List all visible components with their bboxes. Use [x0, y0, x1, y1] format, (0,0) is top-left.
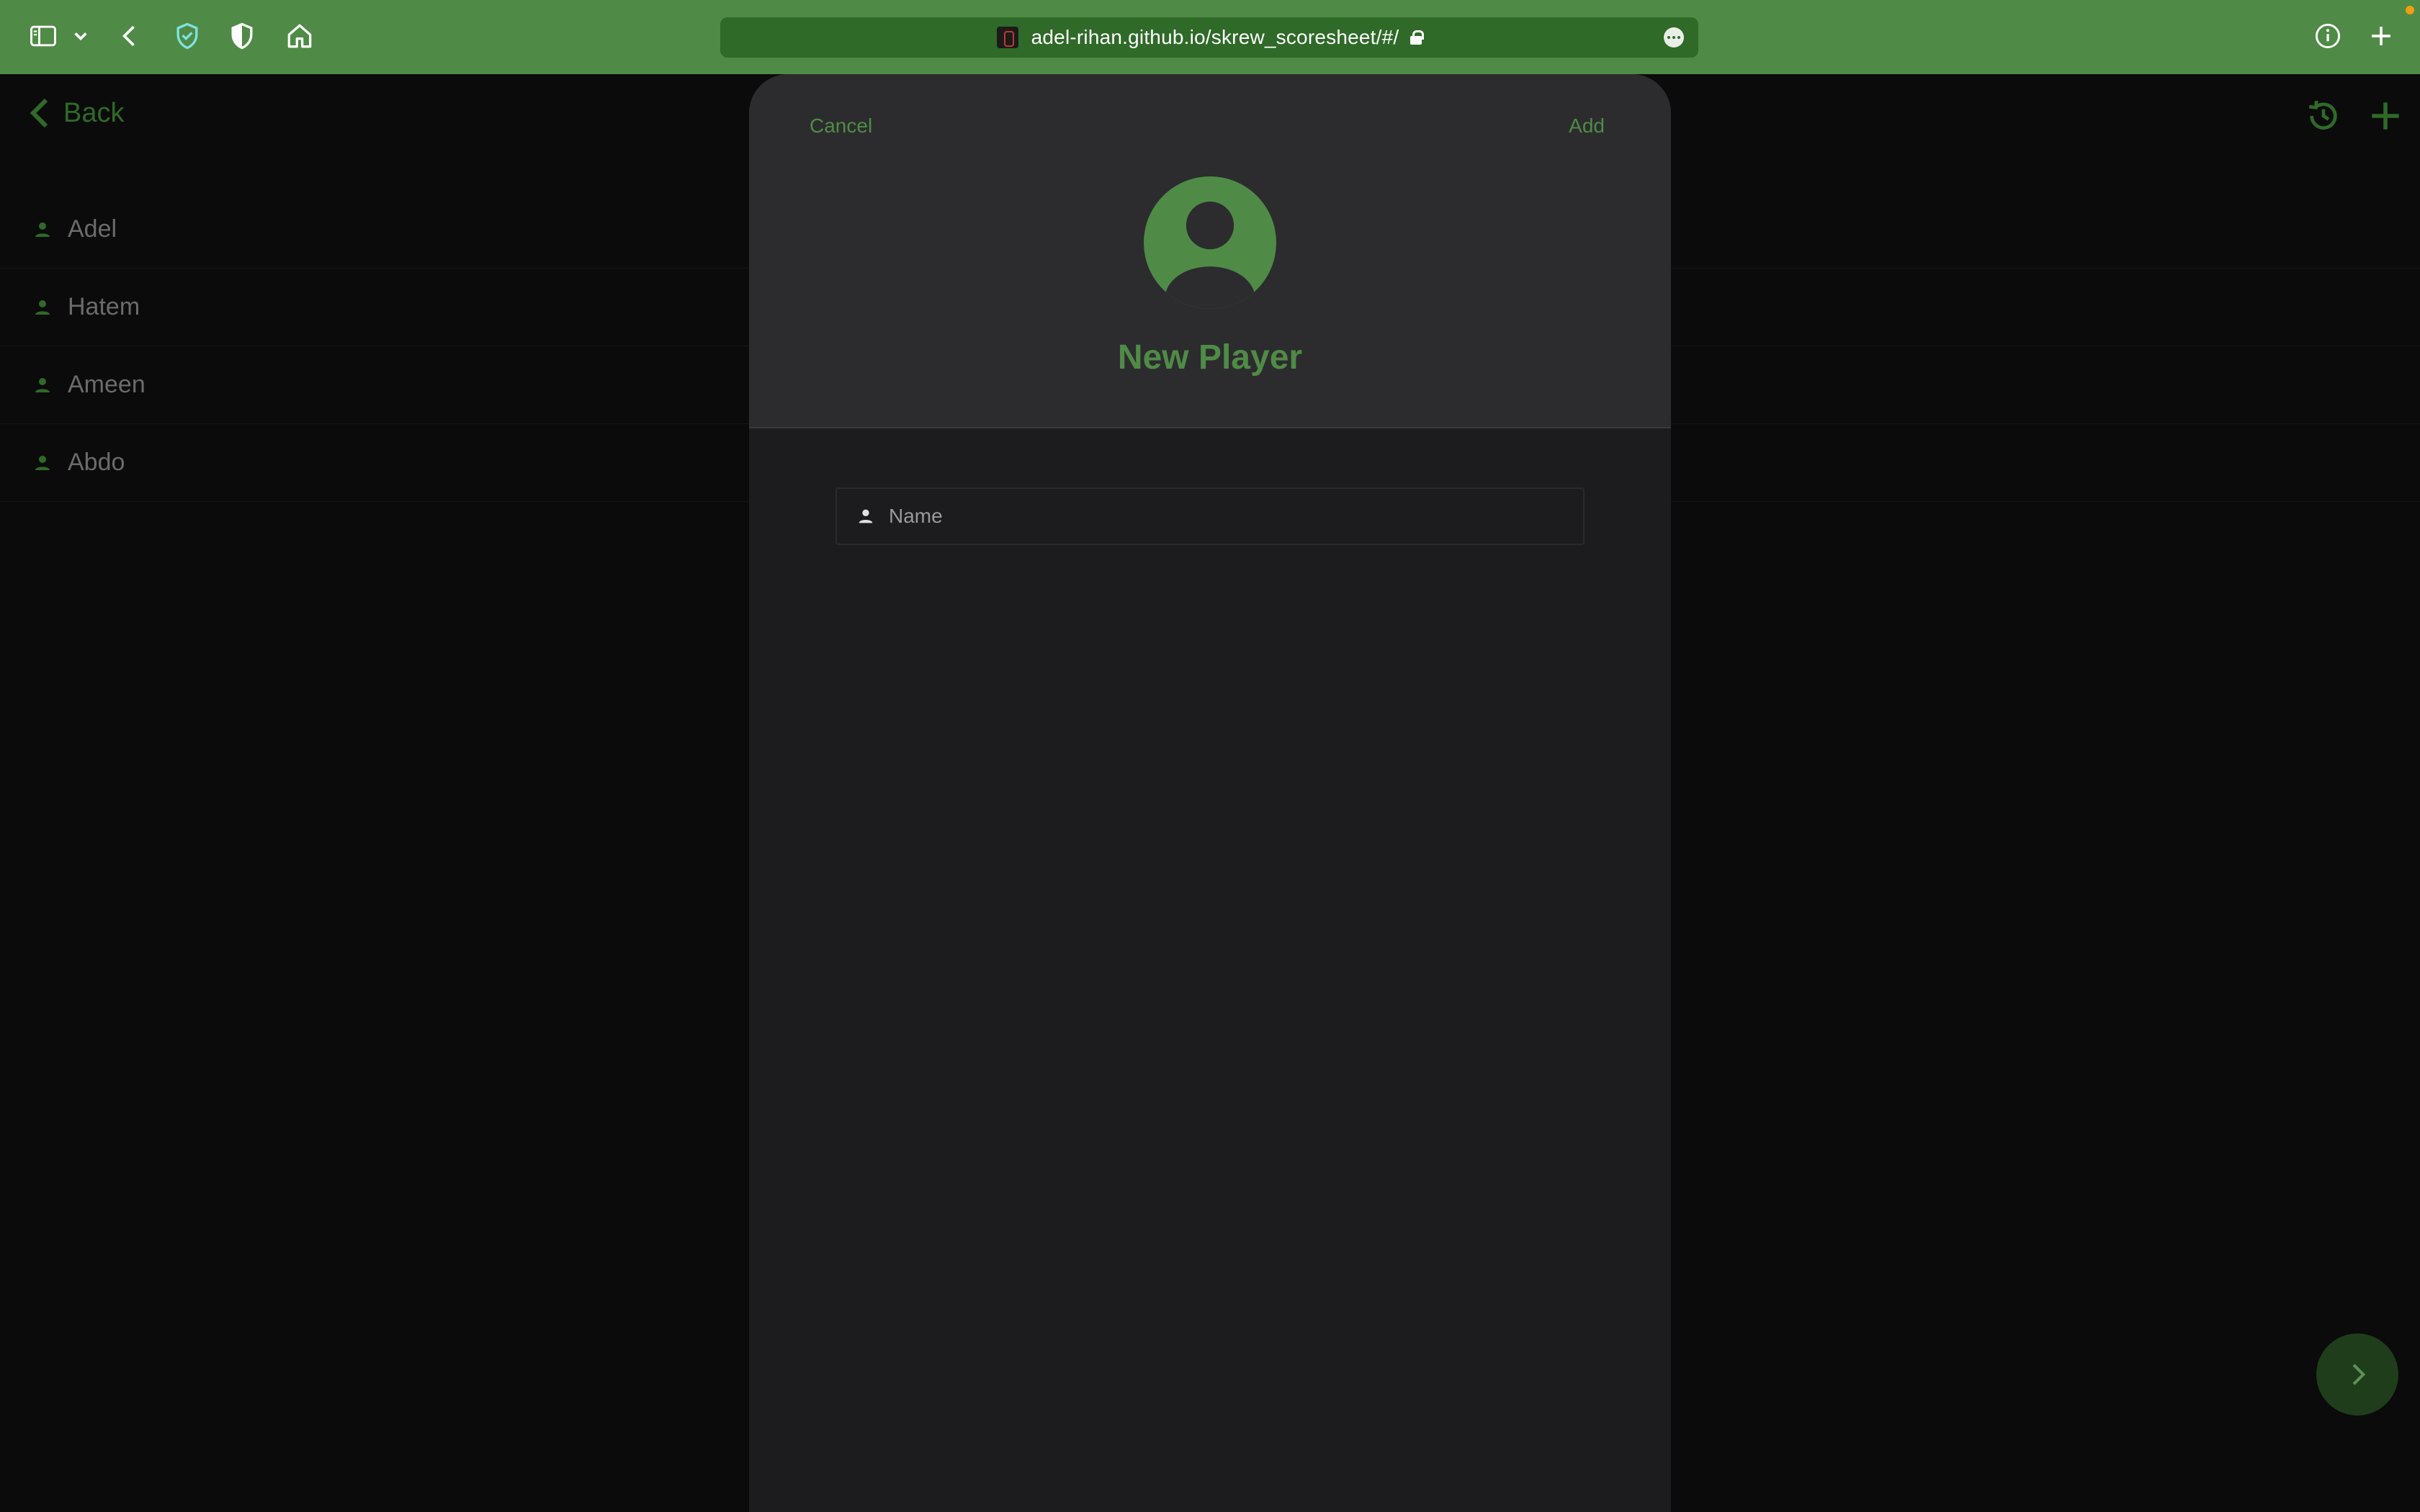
site-favicon-icon [996, 27, 1018, 48]
notification-dot [2406, 6, 2414, 14]
new-tab-plus-icon[interactable] [2361, 16, 2401, 56]
shield-check-icon[interactable] [167, 16, 207, 56]
sheet-header: Cancel Add New Player [749, 74, 1671, 428]
back-label: Back [63, 97, 125, 128]
sidebar-toggle-icon[interactable] [23, 16, 63, 56]
back-button[interactable]: Back [26, 96, 124, 130]
person-icon [859, 509, 873, 523]
person-icon [35, 300, 50, 315]
person-icon [35, 377, 50, 392]
add-player-plus-icon[interactable] [2365, 96, 2406, 136]
info-icon[interactable] [2308, 16, 2348, 56]
player-name: Adel [68, 215, 117, 243]
chevron-right-icon [2352, 1364, 2366, 1385]
address-bar[interactable]: adel-rihan.github.io/skrew_scoresheet/#/ [720, 17, 1698, 58]
player-name: Hatem [68, 293, 140, 320]
home-icon[interactable] [279, 16, 320, 56]
next-fab-button[interactable] [2316, 1333, 2398, 1416]
person-icon [35, 222, 50, 237]
person-icon [35, 455, 50, 470]
lock-icon [1410, 30, 1425, 45]
new-player-sheet: Cancel Add New Player [749, 74, 1671, 1512]
name-field[interactable] [835, 487, 1585, 545]
cancel-button[interactable]: Cancel [810, 114, 872, 138]
player-name: Abdo [68, 449, 125, 476]
sheet-title: New Player [1117, 338, 1303, 377]
more-options-icon[interactable] [1664, 27, 1684, 48]
privacy-shield-icon[interactable] [222, 16, 262, 56]
chevron-down-icon[interactable] [63, 16, 98, 56]
url-text: adel-rihan.github.io/skrew_scoresheet/#/ [1031, 26, 1399, 48]
back-arrow-icon[interactable] [109, 16, 150, 56]
chevron-left-icon [30, 98, 48, 128]
browser-toolbar: adel-rihan.github.io/skrew_scoresheet/#/ [0, 0, 2420, 74]
avatar-icon[interactable] [1144, 176, 1276, 309]
add-button[interactable]: Add [1569, 114, 1605, 138]
name-input[interactable] [889, 505, 1537, 528]
history-icon[interactable] [2303, 96, 2344, 136]
player-name: Ameen [68, 371, 145, 398]
